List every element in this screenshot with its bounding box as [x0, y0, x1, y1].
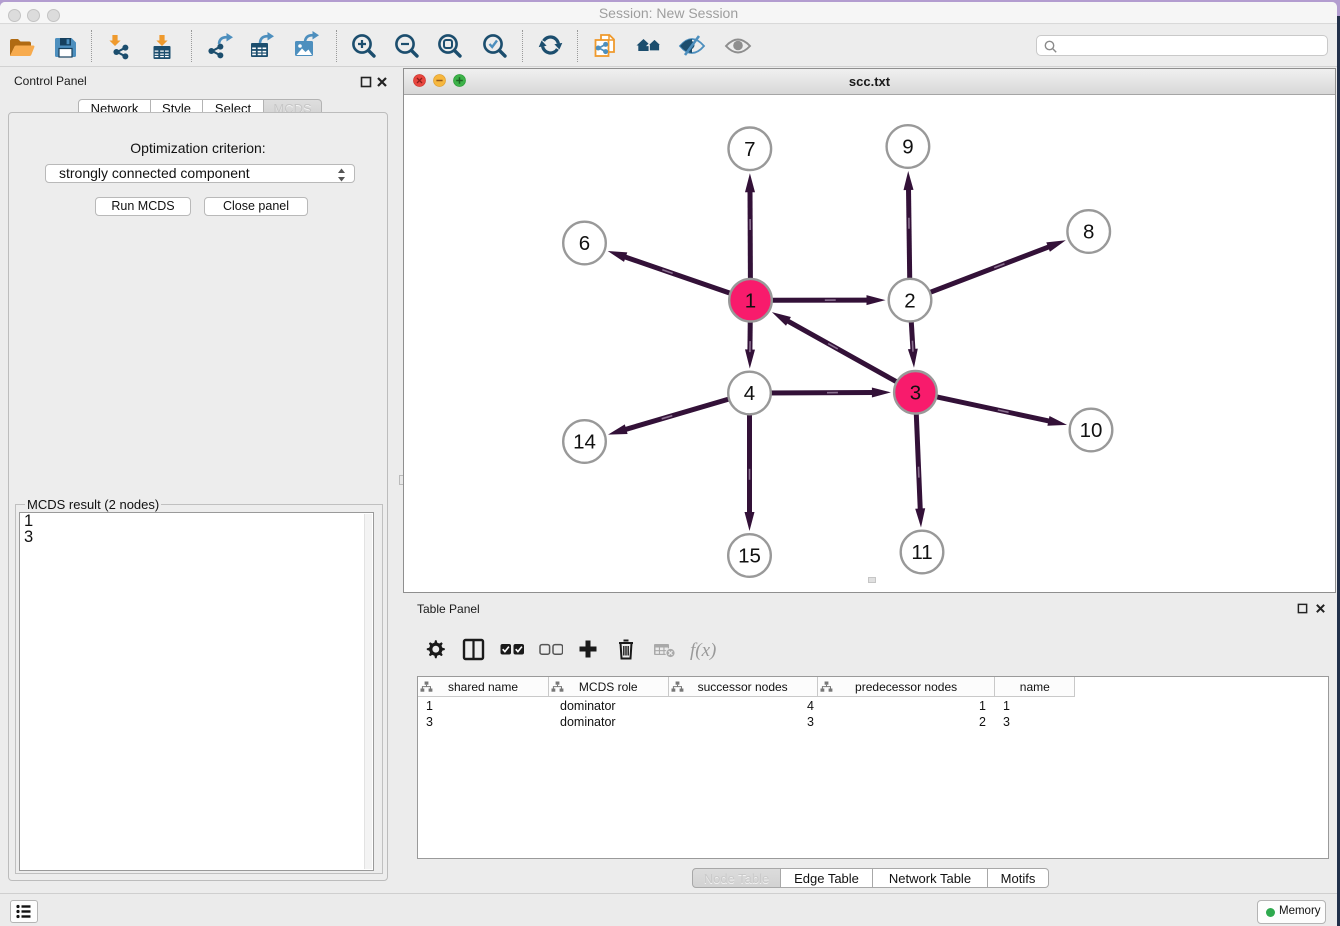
svg-text:2: 2 — [904, 289, 915, 312]
svg-text:6: 6 — [579, 232, 590, 255]
svg-text:4: 4 — [744, 382, 755, 405]
svg-text:7: 7 — [744, 138, 755, 161]
svg-text:3: 3 — [910, 382, 921, 405]
svg-text:1: 1 — [745, 289, 756, 312]
svg-text:10: 10 — [1080, 419, 1103, 442]
svg-text:8: 8 — [1083, 221, 1094, 244]
svg-text:14: 14 — [573, 431, 596, 454]
svg-text:15: 15 — [738, 545, 761, 568]
svg-text:11: 11 — [911, 541, 932, 564]
svg-text:9: 9 — [902, 136, 913, 159]
svg-text:f(x): f(x) — [690, 640, 716, 661]
